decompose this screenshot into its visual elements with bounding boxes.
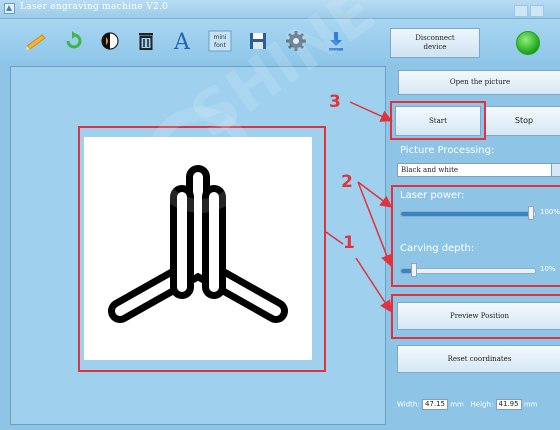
delete-button[interactable] [132, 27, 160, 55]
picture-processing-value: Black and white [401, 166, 459, 174]
laser-power-value: 100% [540, 208, 560, 216]
text-button[interactable]: A [168, 27, 196, 55]
download-icon [329, 32, 343, 51]
image-preview [84, 137, 312, 360]
reset-coordinates-button[interactable]: Reset coordinates [397, 345, 560, 373]
annotation-label-2: 2 [341, 172, 353, 192]
dimensions-row: Width: 47.15 mm Heigh: 41.95 mm [397, 399, 537, 410]
app-icon [4, 3, 15, 14]
annotation-label-1: 1 [343, 233, 355, 253]
preview-position-button[interactable]: Preview Position [397, 302, 560, 330]
refresh-button[interactable] [60, 27, 88, 55]
chevron-down-icon[interactable] [551, 164, 560, 176]
laser-power-thumb[interactable] [527, 206, 534, 220]
download-button[interactable] [322, 27, 350, 55]
carving-depth-value: 10% [540, 265, 556, 273]
save-icon [250, 33, 266, 49]
refresh-icon [66, 31, 82, 49]
delete-icon [139, 33, 153, 50]
toolbar: A mini font Disconnect device [0, 19, 560, 63]
text-glyph: A [173, 30, 191, 55]
title-bar: Laser engraving machine V2.0 [0, 0, 560, 36]
pencil-icon [26, 34, 46, 50]
pencil-button[interactable] [22, 27, 50, 55]
text-icon: A [173, 30, 191, 55]
width-label: Width: [397, 400, 420, 409]
maximize-button[interactable] [530, 5, 544, 17]
contrast-icon [101, 32, 119, 50]
height-input[interactable]: 41.95 [495, 399, 522, 410]
stop-button[interactable]: Stop [484, 106, 560, 136]
width-input[interactable]: 47.15 [421, 399, 448, 410]
carving-depth-label: Carving depth: [400, 243, 475, 254]
carving-depth-slider[interactable] [400, 263, 536, 277]
connection-status-indicator [516, 31, 540, 55]
open-picture-button[interactable]: Open the picture [398, 70, 560, 95]
picture-processing-label: Picture Processing: [400, 145, 495, 156]
height-unit: mm [523, 400, 538, 409]
mini-font-button[interactable]: mini font [206, 27, 234, 55]
gear-icon [286, 31, 306, 51]
picture-processing-select[interactable]: Black and white [397, 163, 560, 177]
window-title: Laser engraving machine V2.0 [20, 2, 169, 12]
disconnect-line2: device [423, 43, 447, 51]
mini-font-top: mini [214, 34, 227, 41]
carving-depth-thumb[interactable] [411, 263, 418, 277]
mini-font-bottom: font [214, 42, 227, 49]
width-unit: mm [450, 400, 464, 409]
window-controls [512, 2, 558, 36]
disconnect-device-button[interactable]: Disconnect device [390, 28, 480, 58]
laser-power-slider[interactable] [400, 206, 536, 220]
start-button[interactable]: Start [395, 106, 481, 136]
annotation-label-3: 3 [329, 92, 341, 112]
mini-font-icon: mini font [208, 30, 232, 52]
laser-power-label: Laser power: [400, 190, 465, 201]
height-label: Heigh: [470, 400, 494, 409]
laser-power-fill [401, 212, 531, 216]
minimize-button[interactable] [514, 5, 528, 17]
contrast-button[interactable] [96, 27, 124, 55]
save-button[interactable] [244, 27, 272, 55]
settings-button[interactable] [282, 27, 310, 55]
triskelion-logo-image [108, 165, 288, 323]
disconnect-line1: Disconnect [415, 34, 455, 42]
